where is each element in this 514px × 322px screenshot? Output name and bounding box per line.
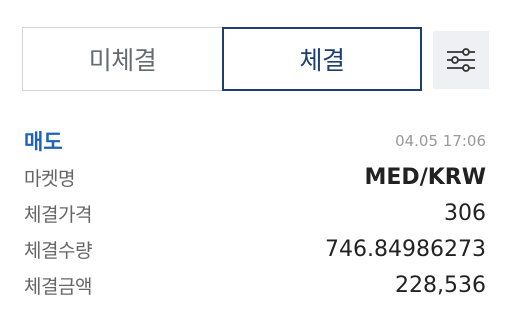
filled-quantity-value: 746.84986273 <box>325 236 486 262</box>
filled-price-label: 체결가격 <box>24 203 92 226</box>
filled-amount-row: 체결금액 228,536 <box>24 267 486 303</box>
order-timestamp: 04.05 17:06 <box>395 132 486 150</box>
tab-pending[interactable]: 미체결 <box>22 27 222 91</box>
sliders-icon <box>447 48 475 72</box>
tab-filled[interactable]: 체결 <box>222 27 422 91</box>
filled-quantity-row: 체결수량 746.84986273 <box>24 231 486 267</box>
filled-quantity-label: 체결수량 <box>24 239 92 262</box>
filled-amount-label: 체결금액 <box>24 275 92 298</box>
filled-order-detail: 매도 04.05 17:06 마켓명 MED/KRW 체결가격 306 체결수량… <box>24 123 486 303</box>
market-value: MED/KRW <box>364 164 486 190</box>
order-side: 매도 <box>24 130 63 154</box>
filled-amount-value: 228,536 <box>395 272 486 298</box>
filled-price-value: 306 <box>444 200 486 226</box>
order-header-row: 매도 04.05 17:06 <box>24 123 486 159</box>
market-row: 마켓명 MED/KRW <box>24 159 486 195</box>
filter-button[interactable] <box>433 31 489 89</box>
market-label: 마켓명 <box>24 167 75 190</box>
order-tabs: 미체결 체결 <box>22 27 422 91</box>
filled-price-row: 체결가격 306 <box>24 195 486 231</box>
